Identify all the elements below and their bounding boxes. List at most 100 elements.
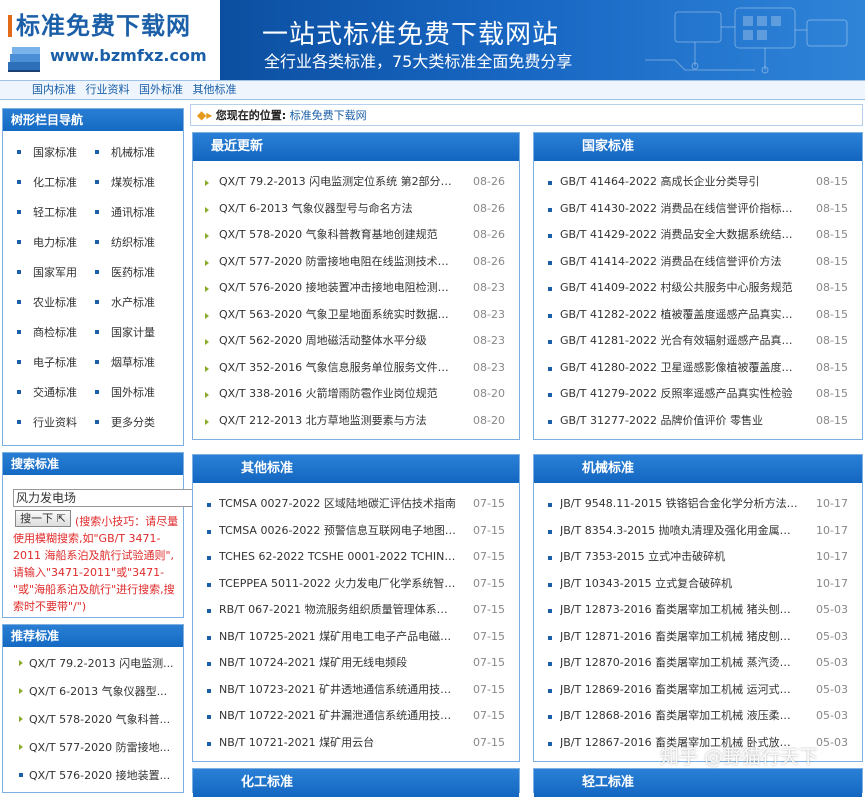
standard-list-item[interactable]: GB/T 41414-2022 消费品在线信誉评价方法 08-15 [534,249,862,276]
standard-title-link[interactable]: QX/T 212-2013 北方草地监测要素与方法 [219,408,457,435]
standard-list-item[interactable]: GB/T 41429-2022 消费品安全大数据系统结构规范 08-15 [534,222,862,249]
standard-list-item[interactable]: QX/T 578-2020 气象科普教育基地创建规范 08-26 [193,222,519,249]
standard-title-link[interactable]: TCEPPEA 5011-2022 火力发电厂化学系统智能化... [219,571,457,598]
tree-nav-item[interactable]: 烟草标准 [95,353,173,372]
standard-title-link[interactable]: TCMSA 0027-2022 区域陆地碳汇评估技术指南 [219,491,457,518]
standard-title-link[interactable]: QX/T 338-2016 火箭增雨防雹作业岗位规范 [219,381,457,408]
standard-title-link[interactable]: GB/T 41280-2022 卫星遥感影像植被覆盖度产品... [560,355,798,382]
recommended-item[interactable]: QX/T 578-2020 气象科普... [3,706,183,734]
standard-title-link[interactable]: QX/T 577-2020 防雷接地电阻在线监测技术要求 [219,249,457,276]
standard-title-link[interactable]: GB/T 41464-2022 高成长企业分类导引 [560,169,798,196]
tree-nav-item[interactable]: 国家标准 [17,143,95,162]
tree-nav-item[interactable]: 商检标准 [17,323,95,342]
breadcrumb-home-link[interactable]: 标准免费下载网 [290,109,367,122]
standard-list-item[interactable]: QX/T 563-2020 气象卫星地面系统实时数据传输... 08-23 [193,302,519,329]
standard-list-item[interactable]: GB/T 41279-2022 反照率遥感产品真实性检验 08-15 [534,381,862,408]
standard-list-item[interactable]: QX/T 6-2013 气象仪器型号与命名方法 08-26 [193,196,519,223]
topnav-other[interactable]: 其他标准 [193,83,237,96]
standard-title-link[interactable]: JB/T 12871-2016 畜类屠宰加工机械 猪皮刨毛机 [560,624,798,651]
standard-title-link[interactable]: GB/T 41282-2022 植被覆盖度遥感产品真实性检验 [560,302,798,329]
standard-list-item[interactable]: QX/T 352-2016 气象信息服务单位服务文件归档... 08-23 [193,355,519,382]
standard-title-link[interactable]: GB/T 41414-2022 消费品在线信誉评价方法 [560,249,798,276]
standard-title-link[interactable]: NB/T 10723-2021 矿井透地通信系统通用技术条件 [219,677,457,704]
standard-title-link[interactable]: RB/T 067-2021 物流服务组织质量管理体系要求 [219,597,457,624]
standard-list-item[interactable]: GB/T 41409-2022 村级公共服务中心服务规范 08-15 [534,275,862,302]
standard-list-item[interactable]: GB/T 41464-2022 高成长企业分类导引 08-15 [534,169,862,196]
standard-list-item[interactable]: GB/T 41280-2022 卫星遥感影像植被覆盖度产品... 08-15 [534,355,862,382]
standard-title-link[interactable]: GB/T 41409-2022 村级公共服务中心服务规范 [560,275,798,302]
tree-nav-item[interactable]: 纺织标准 [95,233,173,252]
standard-title-link[interactable]: QX/T 6-2013 气象仪器型号与命名方法 [219,196,457,223]
standard-list-item[interactable]: NB/T 10723-2021 矿井透地通信系统通用技术条件 07-15 [193,677,519,704]
standard-list-item[interactable]: GB/T 41430-2022 消费品在线信誉评价指标体系 08-15 [534,196,862,223]
standard-title-link[interactable]: TCMSA 0026-2022 预警信息互联网电子地图展示... [219,518,457,545]
standard-title-link[interactable]: NB/T 10722-2021 矿井漏泄通信系统通用技术条件 [219,703,457,730]
standard-list-item[interactable]: NB/T 10725-2021 煤矿用电工电子产品电磁兼容... 07-15 [193,624,519,651]
recommended-item[interactable]: QX/T 6-2013 气象仪器型... [3,678,183,706]
recommended-item[interactable]: QX/T 577-2020 防雷接地... [3,734,183,762]
standard-list-item[interactable]: QX/T 562-2020 周地磁活动整体水平分级 08-23 [193,328,519,355]
standard-title-link[interactable]: QX/T 576-2020 接地装置冲击接地电阻检测技术... [219,275,457,302]
standard-list-item[interactable]: QX/T 79.2-2013 闪电监测定位系统 第2部分：观... 08-26 [193,169,519,196]
standard-list-item[interactable]: JB/T 12871-2016 畜类屠宰加工机械 猪皮刨毛机 05-03 [534,624,862,651]
standard-title-link[interactable]: TCHES 62-2022 TCSHE 0001-2022 TCHINCOLD … [219,544,457,571]
standard-title-link[interactable]: NB/T 10721-2021 煤矿用云台 [219,730,457,757]
standard-title-link[interactable]: QX/T 578-2020 气象科普教育基地创建规范 [219,222,457,249]
tree-nav-item[interactable]: 机械标准 [95,143,173,162]
standard-title-link[interactable]: QX/T 352-2016 气象信息服务单位服务文件归档... [219,355,457,382]
standard-list-item[interactable]: JB/T 10343-2015 立式复合破碎机 10-17 [534,571,862,598]
tree-nav-item[interactable]: 轻工标准 [17,203,95,222]
tree-nav-item[interactable]: 国外标准 [95,383,173,402]
tree-nav-item[interactable]: 交通标准 [17,383,95,402]
tree-nav-item[interactable]: 农业标准 [17,293,95,312]
standard-title-link[interactable]: JB/T 8354.3-2015 抛喷丸清理及强化用金属磨料... [560,518,798,545]
standard-list-item[interactable]: JB/T 9548.11-2015 铁铬铝合金化学分析方法 第... 10-17 [534,491,862,518]
standard-title-link[interactable]: NB/T 10724-2021 煤矿用无线电频段 [219,650,457,677]
tree-nav-item[interactable]: 国家计量 [95,323,173,342]
standard-list-item[interactable]: QX/T 577-2020 防雷接地电阻在线监测技术要求 08-26 [193,249,519,276]
standard-list-item[interactable]: TCMSA 0026-2022 预警信息互联网电子地图展示... 07-15 [193,518,519,545]
topnav-domestic[interactable]: 国内标准 [32,83,76,96]
standard-list-item[interactable]: GB/T 41282-2022 植被覆盖度遥感产品真实性检验 08-15 [534,302,862,329]
site-logo[interactable]: 标准免费下载网 www.bzmfxz.com [0,0,220,80]
search-button[interactable]: 搜一下 ⇱ [15,510,71,527]
standard-title-link[interactable]: JB/T 12870-2016 畜类屠宰加工机械 蒸汽烫毛装置 [560,650,798,677]
standard-list-item[interactable]: JB/T 12869-2016 畜类屠宰加工机械 运河式热水... 05-03 [534,677,862,704]
standard-list-item[interactable]: JB/T 12873-2016 畜类屠宰加工机械 猪头刨毛机 05-03 [534,597,862,624]
standard-title-link[interactable]: GB/T 41279-2022 反照率遥感产品真实性检验 [560,381,798,408]
tree-nav-item[interactable]: 水产标准 [95,293,173,312]
tree-nav-item[interactable]: 国家军用 [17,263,95,282]
tree-nav-item[interactable]: 医药标准 [95,263,173,282]
standard-title-link[interactable]: QX/T 79.2-2013 闪电监测定位系统 第2部分：观... [219,169,457,196]
tree-nav-item[interactable]: 更多分类 [95,413,173,432]
standard-title-link[interactable]: JB/T 9548.11-2015 铁铬铝合金化学分析方法 第... [560,491,798,518]
standard-list-item[interactable]: QX/T 212-2013 北方草地监测要素与方法 08-20 [193,408,519,435]
standard-title-link[interactable]: NB/T 10725-2021 煤矿用电工电子产品电磁兼容... [219,624,457,651]
standard-list-item[interactable]: NB/T 10722-2021 矿井漏泄通信系统通用技术条件 07-15 [193,703,519,730]
standard-list-item[interactable]: JB/T 8354.3-2015 抛喷丸清理及强化用金属磨料... 10-17 [534,518,862,545]
standard-list-item[interactable]: JB/T 7353-2015 立式冲击破碎机 10-17 [534,544,862,571]
standard-list-item[interactable]: GB/T 31277-2022 品牌价值评价 零售业 08-15 [534,408,862,435]
standard-list-item[interactable]: GB/T 41281-2022 光合有效辐射遥感产品真实性... 08-15 [534,328,862,355]
recommended-item[interactable]: QX/T 79.2-2013 闪电监测... [3,650,183,678]
tree-nav-item[interactable]: 电力标准 [17,233,95,252]
standard-list-item[interactable]: QX/T 576-2020 接地装置冲击接地电阻检测技术... 08-23 [193,275,519,302]
standard-title-link[interactable]: JB/T 12868-2016 畜类屠宰加工机械 液压柔性刨... [560,703,798,730]
tree-nav-item[interactable]: 煤炭标准 [95,173,173,192]
standard-title-link[interactable]: JB/T 10343-2015 立式复合破碎机 [560,571,798,598]
standard-title-link[interactable]: GB/T 41430-2022 消费品在线信誉评价指标体系 [560,196,798,223]
standard-list-item[interactable]: JB/T 12870-2016 畜类屠宰加工机械 蒸汽烫毛装置 05-03 [534,650,862,677]
topnav-foreign[interactable]: 国外标准 [139,83,183,96]
tree-nav-item[interactable]: 通讯标准 [95,203,173,222]
standard-title-link[interactable]: GB/T 41429-2022 消费品安全大数据系统结构规范 [560,222,798,249]
standard-list-item[interactable]: NB/T 10721-2021 煤矿用云台 07-15 [193,730,519,757]
standard-list-item[interactable]: TCMSA 0027-2022 区域陆地碳汇评估技术指南 07-15 [193,491,519,518]
recommended-item[interactable]: QX/T 576-2020 接地装置... [3,762,183,790]
standard-title-link[interactable]: GB/T 31277-2022 品牌价值评价 零售业 [560,408,798,435]
standard-list-item[interactable]: RB/T 067-2021 物流服务组织质量管理体系要求 07-15 [193,597,519,624]
standard-list-item[interactable]: NB/T 10724-2021 煤矿用无线电频段 07-15 [193,650,519,677]
standard-title-link[interactable]: JB/T 12869-2016 畜类屠宰加工机械 运河式热水... [560,677,798,704]
topnav-industry[interactable]: 行业资料 [86,83,130,96]
standard-list-item[interactable]: JB/T 12868-2016 畜类屠宰加工机械 液压柔性刨... 05-03 [534,703,862,730]
standard-list-item[interactable]: TCEPPEA 5011-2022 火力发电厂化学系统智能化... 07-15 [193,571,519,598]
